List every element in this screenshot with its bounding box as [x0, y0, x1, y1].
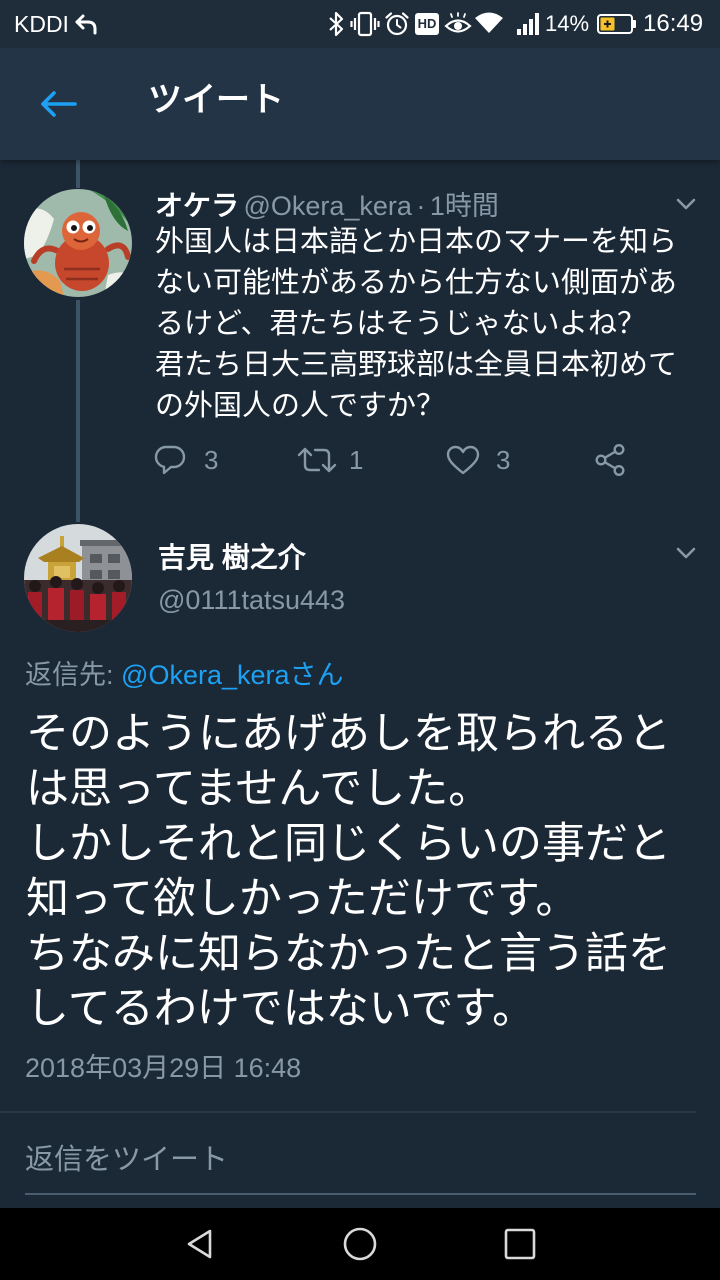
relative-time: 1時間 — [429, 191, 499, 221]
share-icon — [593, 443, 627, 477]
user-handle: @Okera_kera — [243, 191, 412, 221]
signal-icon — [515, 11, 543, 37]
retweet-icon — [297, 444, 337, 476]
tweet-text-line: 君たち日大三高野球部は全員日本初めて — [155, 349, 678, 381]
carrier-arrow-icon — [74, 13, 98, 35]
eye-icon — [444, 12, 472, 36]
reply-input[interactable] — [25, 1136, 696, 1184]
chevron-down-icon[interactable] — [674, 545, 698, 561]
tweet-text-line: そのようにあげあしを取られると — [26, 710, 671, 758]
page-title: ツイート — [148, 81, 284, 119]
back-button[interactable] — [28, 80, 88, 128]
status-bar: KDDI HD 14% 16:49 — [0, 0, 720, 48]
heart-icon — [446, 444, 480, 476]
reply-icon — [153, 443, 187, 477]
clock: 16:49 — [643, 10, 704, 37]
like-count: 3 — [496, 445, 511, 475]
alarm-icon — [384, 11, 410, 37]
reply-to-user-link[interactable]: @Okera_keraさん — [121, 660, 343, 690]
nav-home-icon[interactable] — [342, 1226, 378, 1262]
back-arrow-icon — [38, 88, 78, 120]
tweet-text-line: るけど、君たちはそうじゃないよね？ — [155, 308, 646, 340]
nav-recents-icon[interactable] — [502, 1226, 538, 1262]
carrier-name: KDDI — [14, 11, 69, 37]
tweet-text-line: してるわけではないです。 — [26, 985, 536, 1033]
tweet-text-line: は思ってませんでした。 — [26, 765, 492, 813]
thread-line — [76, 160, 80, 188]
reply-to-line: 返信先: @Okera_keraさん — [25, 655, 344, 695]
meta-separator: · — [416, 191, 426, 221]
user-name[interactable]: オケラ — [155, 190, 239, 221]
user-handle: @0111tatsu443 — [158, 585, 346, 615]
hd-badge: HD — [415, 13, 439, 35]
battery-percent: 14% — [545, 11, 590, 36]
tweet-text-line: の外国人の人ですか？ — [155, 390, 446, 422]
tweet-text-line: 外国人は日本語とか日本のマナーを知ら — [155, 226, 678, 258]
wifi-icon — [474, 11, 504, 35]
user-name[interactable]: 吉見 樹之介 — [158, 538, 306, 578]
like-button[interactable]: 3 — [446, 438, 510, 482]
bluetooth-icon — [326, 10, 346, 38]
reply-count: 3 — [204, 445, 219, 475]
battery-icon — [597, 14, 637, 34]
retweet-button[interactable]: 1 — [297, 438, 363, 482]
focused-tweet: 吉見 樹之介 @0111tatsu443 返信先: @Okera_keraさん … — [0, 522, 720, 1110]
system-nav-bar — [0, 1208, 720, 1280]
chevron-down-icon[interactable] — [674, 196, 698, 212]
parent-tweet[interactable]: オケラ @Okera_kera · 1時間 外国人は日本語とか日本のマナーを知ら… — [0, 160, 720, 522]
vibrate-icon — [350, 11, 380, 37]
reply-to-label: 返信先: — [25, 660, 114, 690]
tweet-text-line: ない可能性があるから仕方ない側面があ — [155, 267, 678, 299]
avatar[interactable] — [24, 189, 132, 297]
app-bar: ツイート — [0, 48, 720, 160]
avatar[interactable] — [24, 524, 132, 632]
divider — [0, 1111, 696, 1113]
thread-line — [76, 300, 80, 522]
reply-button[interactable]: 3 — [153, 438, 218, 482]
tweet-text: 外国人は日本語とか日本のマナーを知ら ない可能性があるから仕方ない側面があ るけ… — [155, 222, 715, 427]
tweet-text-line: ちなみに知らなかったと言う話を — [26, 930, 671, 978]
tweet-text-line: しかしそれと同じくらいの事だと — [26, 820, 671, 868]
reply-input-underline — [25, 1193, 696, 1195]
share-button[interactable] — [593, 438, 627, 482]
tweet-text-line: 知って欲しかっただけです。 — [26, 875, 579, 923]
nav-back-icon[interactable] — [182, 1226, 218, 1262]
reply-composer — [0, 1111, 720, 1208]
tweet-timestamp: 2018年03月29日 16:48 — [25, 1053, 302, 1083]
tweet-text: そのようにあげあしを取られると は思ってませんでした。 しかしそれと同じくらいの… — [26, 707, 716, 1037]
retweet-count: 1 — [349, 445, 364, 475]
